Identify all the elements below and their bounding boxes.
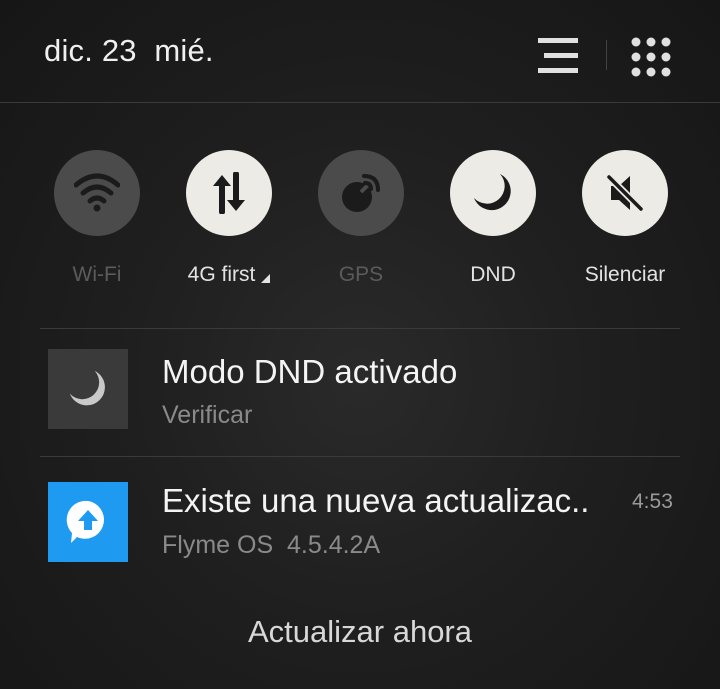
data-transfer-icon (213, 172, 245, 214)
update-now-button[interactable]: Actualizar ahora (0, 614, 720, 650)
toggle-4g-label: 4G first (159, 263, 299, 287)
dnd-notification-title[interactable]: Modo DND activado (162, 353, 457, 391)
wifi-icon (74, 173, 120, 212)
toggle-wifi[interactable]: Wi-Fi (37, 150, 157, 300)
divider (40, 328, 680, 329)
app-grid-icon[interactable] (630, 36, 672, 78)
dnd-notification-subtitle[interactable]: Verificar (162, 401, 252, 430)
divider (40, 456, 680, 457)
date-label: dic. 23 mié. (44, 33, 214, 68)
update-notification-time: 4:53 (632, 490, 673, 513)
toggle-4g[interactable]: 4G first (169, 150, 289, 300)
toggle-mute[interactable]: Silenciar (565, 150, 685, 300)
update-notification-subtitle[interactable]: Flyme OS 4.5.4.2A (162, 531, 380, 560)
toggle-mute-button[interactable] (582, 150, 668, 236)
update-notification-icon (48, 482, 128, 562)
toggle-dnd-button[interactable] (450, 150, 536, 236)
toggle-4g-label-text: 4G first (187, 263, 256, 286)
toggle-4g-button[interactable] (186, 150, 272, 236)
moon-icon (474, 174, 511, 211)
toggle-dnd[interactable]: DND (433, 150, 553, 300)
toggle-wifi-button[interactable] (54, 150, 140, 236)
header-divider (606, 40, 607, 70)
moon-icon (69, 370, 105, 406)
toggle-gps-label: GPS (338, 263, 384, 286)
toggle-wifi-label: Wi-Fi (72, 263, 122, 286)
toggle-dnd-label: DND (470, 263, 516, 286)
mute-icon (606, 174, 644, 212)
status-header: dic. 23 mié. (0, 0, 720, 103)
toggle-gps[interactable]: GPS (301, 150, 421, 300)
update-arrow-icon (66, 500, 104, 543)
dropdown-caret-icon (261, 274, 271, 283)
quick-toggles: Wi-Fi 4G first GPS DND Silenciar (0, 150, 720, 300)
toggle-mute-label: Silenciar (584, 263, 666, 286)
toggle-gps-button[interactable] (318, 150, 404, 236)
dnd-notification-icon (48, 349, 128, 429)
notification-list-icon[interactable] (536, 36, 580, 76)
gps-icon (342, 174, 380, 212)
update-notification-title[interactable]: Existe una nueva actualizac.. (162, 482, 589, 520)
